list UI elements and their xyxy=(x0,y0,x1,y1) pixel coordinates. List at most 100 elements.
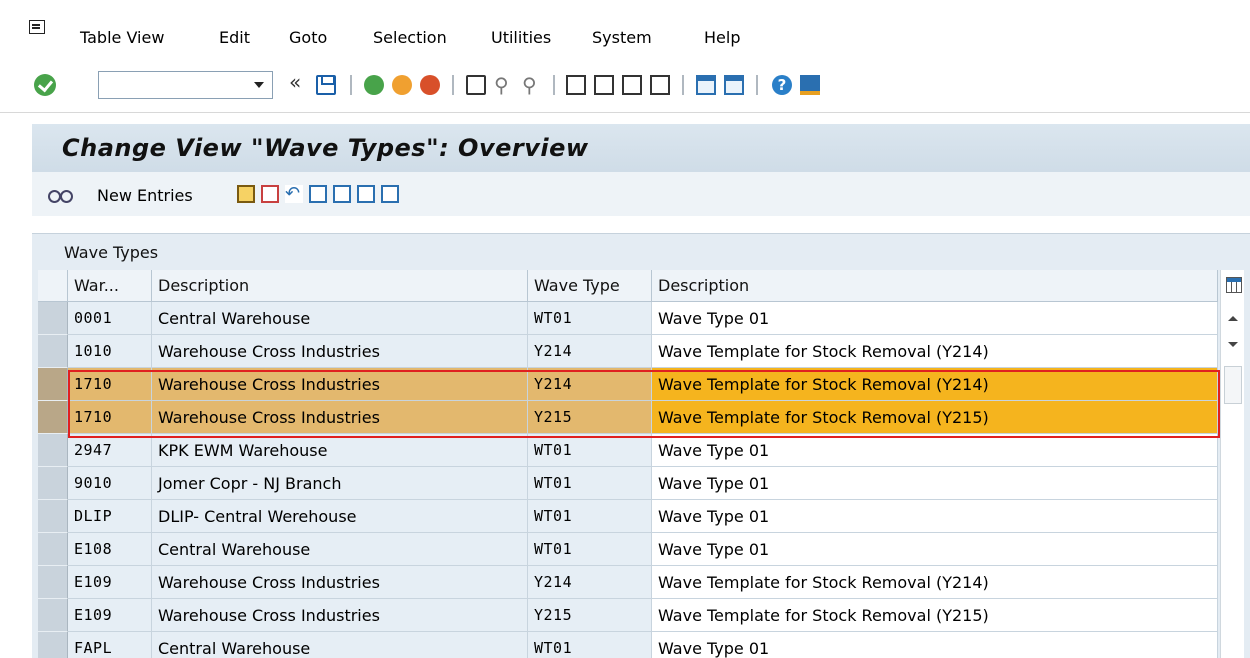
cell-warehouse-description[interactable]: DLIP- Central Werehouse xyxy=(152,500,528,533)
cell-wave-type-description[interactable]: Wave Type 01 xyxy=(652,632,1218,658)
cell-wave-type-description[interactable]: Wave Template for Stock Removal (Y215) xyxy=(652,401,1218,434)
menu-goto[interactable]: Goto xyxy=(289,28,327,48)
scroll-down-icon[interactable] xyxy=(1228,342,1238,347)
print-icon[interactable] xyxy=(466,75,486,95)
cell-wave-type-description[interactable]: Wave Template for Stock Removal (Y214) xyxy=(652,566,1218,599)
table-row[interactable]: FAPL Central Warehouse WT01 Wave Type 01 xyxy=(38,632,1218,658)
table-row[interactable]: 1010 Warehouse Cross Industries Y214 Wave T… xyxy=(38,335,1218,368)
menu-help[interactable]: Help xyxy=(704,28,740,48)
row-selector[interactable] xyxy=(38,566,68,599)
table-row[interactable]: 1710 Warehouse Cross Industries Y215 Wave T… xyxy=(38,401,1218,434)
cell-wave-type-description[interactable]: Wave Type 01 xyxy=(652,500,1218,533)
cell-wave-type-description[interactable]: Wave Template for Stock Removal (Y215) xyxy=(652,599,1218,632)
new-entries-button[interactable]: New Entries xyxy=(97,186,193,205)
cell-wave-type-description[interactable]: Wave Type 01 xyxy=(652,533,1218,566)
cell-wave-type[interactable]: WT01 xyxy=(528,434,652,467)
find-icon[interactable]: ⚲ xyxy=(494,75,514,95)
cell-wave-type[interactable]: Y214 xyxy=(528,368,652,401)
cell-warehouse-description[interactable]: Jomer Copr - NJ Branch xyxy=(152,467,528,500)
cell-wave-type[interactable]: WT01 xyxy=(528,632,652,658)
cell-wave-type[interactable]: Y214 xyxy=(528,335,652,368)
row-selector[interactable] xyxy=(38,632,68,658)
row-selector[interactable] xyxy=(38,533,68,566)
cell-warehouse[interactable]: E109 xyxy=(68,566,152,599)
delete-icon[interactable] xyxy=(261,185,279,203)
scroll-up-icon[interactable] xyxy=(1228,316,1238,321)
row-selector[interactable] xyxy=(38,368,68,401)
first-page-icon[interactable] xyxy=(566,75,586,95)
cell-warehouse-description[interactable]: Central Warehouse xyxy=(152,533,528,566)
table-row[interactable]: 9010 Jomer Copr - NJ Branch WT01 Wave Type … xyxy=(38,467,1218,500)
row-selector[interactable] xyxy=(38,434,68,467)
cell-warehouse-description[interactable]: Central Warehouse xyxy=(152,632,528,658)
table-row[interactable]: E109 Warehouse Cross Industries Y215 Wave T… xyxy=(38,599,1218,632)
column-header-wave-type-description[interactable]: Description xyxy=(652,270,1218,302)
cell-warehouse[interactable]: 2947 xyxy=(68,434,152,467)
cell-warehouse-description[interactable]: KPK EWM Warehouse xyxy=(152,434,528,467)
cell-wave-type-description[interactable]: Wave Type 01 xyxy=(652,467,1218,500)
exit-icon[interactable] xyxy=(392,75,412,95)
menu-edit[interactable]: Edit xyxy=(219,28,250,48)
deselect-all-icon[interactable] xyxy=(357,185,375,203)
cell-warehouse-description[interactable]: Warehouse Cross Industries xyxy=(152,335,528,368)
dropdown-arrow-icon[interactable] xyxy=(254,82,264,88)
enter-icon[interactable] xyxy=(34,74,56,96)
column-header-warehouse[interactable]: War... xyxy=(68,270,152,302)
create-session-icon[interactable] xyxy=(696,75,716,95)
column-header-warehouse-description[interactable]: Description xyxy=(152,270,528,302)
display-change-icon[interactable] xyxy=(46,184,73,203)
cancel-icon[interactable] xyxy=(420,75,440,95)
table-row[interactable]: DLIP DLIP- Central Werehouse WT01 Wave Type… xyxy=(38,500,1218,533)
last-page-icon[interactable] xyxy=(650,75,670,95)
collapse-icon[interactable]: « xyxy=(289,72,309,92)
cell-wave-type[interactable]: Y215 xyxy=(528,599,652,632)
select-block-icon[interactable] xyxy=(333,185,351,203)
table-settings-icon[interactable] xyxy=(1226,277,1242,293)
cell-warehouse[interactable]: 1710 xyxy=(68,401,152,434)
save-icon[interactable] xyxy=(316,75,336,95)
cell-wave-type[interactable]: Y215 xyxy=(528,401,652,434)
next-page-icon[interactable] xyxy=(622,75,642,95)
shortcut-icon[interactable] xyxy=(724,75,744,95)
menu-selection[interactable]: Selection xyxy=(373,28,447,48)
cell-wave-type-description[interactable]: Wave Type 01 xyxy=(652,302,1218,335)
row-selector[interactable] xyxy=(38,302,68,335)
cell-wave-type[interactable]: WT01 xyxy=(528,500,652,533)
copy-as-icon[interactable] xyxy=(237,185,255,203)
cell-wave-type[interactable]: WT01 xyxy=(528,302,652,335)
table-row[interactable]: E109 Warehouse Cross Industries Y214 Wave T… xyxy=(38,566,1218,599)
find-next-icon[interactable]: ⚲ xyxy=(522,75,542,95)
cell-warehouse-description[interactable]: Warehouse Cross Industries xyxy=(152,566,528,599)
select-all-icon[interactable] xyxy=(309,185,327,203)
cell-warehouse[interactable]: DLIP xyxy=(68,500,152,533)
cell-warehouse[interactable]: E108 xyxy=(68,533,152,566)
cell-warehouse-description[interactable]: Central Warehouse xyxy=(152,302,528,335)
menu-utilities[interactable]: Utilities xyxy=(491,28,551,48)
cell-warehouse[interactable]: 0001 xyxy=(68,302,152,335)
back-icon[interactable] xyxy=(364,75,384,95)
cell-warehouse-description[interactable]: Warehouse Cross Industries xyxy=(152,599,528,632)
cell-wave-type[interactable]: WT01 xyxy=(528,467,652,500)
cell-warehouse[interactable]: 9010 xyxy=(68,467,152,500)
previous-page-icon[interactable] xyxy=(594,75,614,95)
row-selector[interactable] xyxy=(38,401,68,434)
vertical-scrollbar[interactable] xyxy=(1220,270,1244,658)
scroll-thumb[interactable] xyxy=(1224,366,1242,404)
column-header-wave-type[interactable]: Wave Type xyxy=(528,270,652,302)
cell-wave-type-description[interactable]: Wave Template for Stock Removal (Y214) xyxy=(652,368,1218,401)
cell-wave-type-description[interactable]: Wave Template for Stock Removal (Y214) xyxy=(652,335,1218,368)
system-menu-icon[interactable] xyxy=(29,20,45,34)
help-icon[interactable]: ? xyxy=(772,75,792,95)
table-row[interactable]: 2947 KPK EWM Warehouse WT01 Wave Type 01 xyxy=(38,434,1218,467)
customize-layout-icon[interactable] xyxy=(800,75,820,95)
cell-wave-type[interactable]: WT01 xyxy=(528,533,652,566)
table-row[interactable]: 1710 Warehouse Cross Industries Y214 Wave T… xyxy=(38,368,1218,401)
table-row[interactable]: E108 Central Warehouse WT01 Wave Type 01 xyxy=(38,533,1218,566)
variant-icon[interactable] xyxy=(381,185,399,203)
cell-wave-type[interactable]: Y214 xyxy=(528,566,652,599)
cell-warehouse[interactable]: 1010 xyxy=(68,335,152,368)
cell-warehouse-description[interactable]: Warehouse Cross Industries xyxy=(152,401,528,434)
menu-table-view[interactable]: Table View xyxy=(80,28,164,48)
undo-change-icon[interactable]: ↶ xyxy=(285,185,303,203)
table-row[interactable]: 0001 Central Warehouse WT01 Wave Type 01 xyxy=(38,302,1218,335)
